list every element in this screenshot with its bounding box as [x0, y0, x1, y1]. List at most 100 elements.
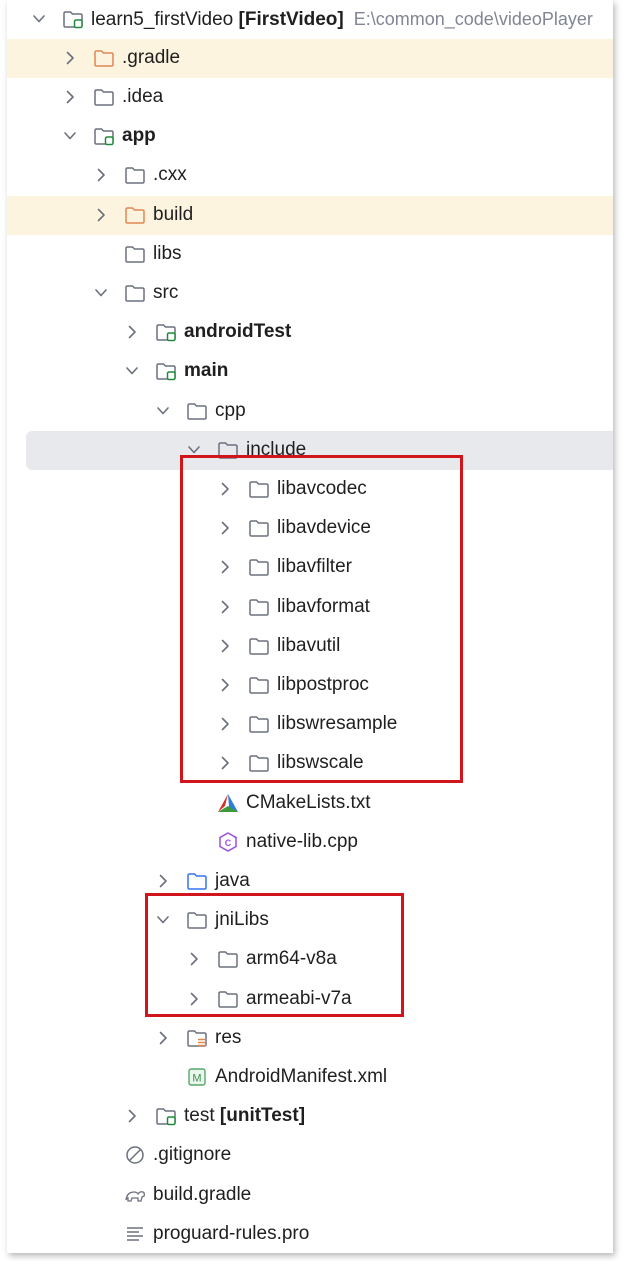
tree-item-androidtest[interactable]: androidTest	[7, 313, 613, 352]
chevron-right-icon[interactable]	[63, 88, 77, 106]
tree-item-label: src	[153, 282, 178, 304]
chevron-right-icon[interactable]	[218, 558, 232, 576]
chevron-right-icon[interactable]	[156, 872, 170, 890]
chevron-right-icon[interactable]	[187, 990, 201, 1008]
chevron-right-icon[interactable]	[218, 519, 232, 537]
tree-item-learn5-firstvideo[interactable]: learn5_firstVideo [FirstVideo] E:\common_…	[7, 0, 613, 39]
tree-item-cmakelists-txt[interactable]: CMakeLists.txt	[7, 784, 613, 823]
tree-item-label: test [unitTest]	[184, 1105, 305, 1127]
tree-item-test[interactable]: test [unitTest]	[7, 1097, 613, 1136]
tree-item-armeabi-v7a[interactable]: armeabi-v7a	[7, 980, 613, 1019]
tree-item-proguard-rules-pro[interactable]: proguard-rules.pro	[7, 1215, 613, 1253]
tree-item-libs[interactable]: libs	[7, 235, 613, 274]
tree-item-text: build	[153, 203, 194, 225]
folder-icon	[186, 910, 208, 930]
tree-item-java[interactable]: java	[7, 862, 613, 901]
tree-item-app[interactable]: app	[7, 117, 613, 156]
tree-item-gradle[interactable]: .gradle	[7, 38, 613, 78]
chevron-right-icon[interactable]	[125, 1107, 139, 1125]
folder-icon	[124, 165, 146, 185]
chevron-right-icon[interactable]	[187, 950, 201, 968]
chevron-right-icon[interactable]	[125, 323, 139, 341]
gradle-file-icon	[124, 1185, 146, 1205]
chevron-down-icon[interactable]	[63, 127, 77, 145]
tree-item-libavdevice[interactable]: libavdevice	[7, 509, 613, 548]
tree-item-src[interactable]: src	[7, 274, 613, 313]
folder-icon	[217, 440, 239, 460]
chevron-down-icon[interactable]	[156, 402, 170, 420]
tree-item-arm64-v8a[interactable]: arm64-v8a	[7, 940, 613, 979]
tree-item-libswresample[interactable]: libswresample	[7, 705, 613, 744]
folder-icon	[248, 753, 270, 773]
tree-item-res[interactable]: res	[7, 1019, 613, 1058]
chevron-right-icon[interactable]	[218, 480, 232, 498]
tree-item-label: main	[184, 360, 228, 382]
project-tree-panel: learn5_firstVideo [FirstVideo] E:\common_…	[7, 0, 613, 1253]
tree-item-text: libavdevice	[277, 517, 371, 539]
tree-item-label: .gradle	[122, 47, 180, 69]
tree-item-libavfilter[interactable]: libavfilter	[7, 548, 613, 587]
tree-item-libswscale[interactable]: libswscale	[7, 744, 613, 783]
tree-item-label: androidTest	[184, 321, 291, 343]
tree-item-label: AndroidManifest.xml	[215, 1066, 387, 1088]
chevron-right-icon[interactable]	[94, 206, 108, 224]
tree-item-main[interactable]: main	[7, 352, 613, 391]
chevron-down-icon[interactable]	[187, 441, 201, 459]
tree-item-label: libs	[153, 243, 182, 265]
tree-item-build[interactable]: build	[7, 195, 613, 235]
tree-item-gitignore[interactable]: .gitignore	[7, 1136, 613, 1175]
tree-item-text: res	[215, 1026, 242, 1048]
tree-item-text: java	[215, 869, 250, 891]
tree-item-label: java	[215, 870, 250, 892]
chevron-down-icon[interactable]	[32, 10, 46, 28]
folder-icon	[124, 283, 146, 303]
chevron-right-icon[interactable]	[156, 1029, 170, 1047]
tree-item-androidmanifest-xml[interactable]: M AndroidManifest.xml	[7, 1058, 613, 1097]
chevron-right-icon[interactable]	[218, 598, 232, 616]
tree-item-idea[interactable]: .idea	[7, 78, 613, 117]
tree-item-text: .gitignore	[153, 1144, 232, 1166]
tree-item-cxx[interactable]: .cxx	[7, 156, 613, 195]
chevron-down-icon[interactable]	[156, 911, 170, 929]
tree-item-jnilibs[interactable]: jniLibs	[7, 901, 613, 940]
chevron-down-icon[interactable]	[94, 284, 108, 302]
svg-text:+: +	[234, 836, 238, 842]
folder-icon	[93, 87, 115, 107]
chevron-right-icon[interactable]	[218, 754, 232, 772]
chevron-right-icon[interactable]	[218, 715, 232, 733]
tree-item-label: CMakeLists.txt	[246, 792, 371, 814]
tree-item-text: .gradle	[122, 46, 181, 68]
svg-text:M: M	[192, 1072, 201, 1084]
tree-item-include[interactable]: include	[26, 430, 613, 470]
tree-item-label: native-lib.cpp	[246, 831, 358, 853]
tree-item-libpostproc[interactable]: libpostproc	[7, 666, 613, 705]
chevron-right-icon[interactable]	[94, 166, 108, 184]
tree-item-libavformat[interactable]: libavformat	[7, 588, 613, 627]
tree-item-build-gradle[interactable]: build.gradle	[7, 1176, 613, 1215]
folder-icon	[217, 949, 239, 969]
tree-item-libavcodec[interactable]: libavcodec	[7, 470, 613, 509]
tree-item-label: armeabi-v7a	[246, 988, 352, 1010]
folder-orange-icon	[93, 48, 115, 68]
chevron-right-icon[interactable]	[218, 637, 232, 655]
tree-item-text: libs	[153, 242, 182, 264]
tree-item-label: include	[246, 439, 306, 461]
folder-icon	[248, 714, 270, 734]
tree-item-text: proguard-rules.pro	[153, 1222, 310, 1244]
tree-item-label: .idea	[122, 86, 163, 108]
tree-item-native-lib-cpp[interactable]: C + native-lib.cpp	[7, 823, 613, 862]
chevron-right-icon[interactable]	[218, 676, 232, 694]
chevron-down-icon[interactable]	[125, 362, 139, 380]
source-folder-icon	[186, 871, 208, 891]
tree-item-label: libswresample	[277, 713, 397, 735]
tree-item-label: .gitignore	[153, 1144, 231, 1166]
tree-item-label: libavcodec	[277, 478, 367, 500]
tree-item-cpp[interactable]: cpp	[7, 392, 613, 431]
folder-orange-icon	[124, 205, 146, 225]
tree-item-text: cpp	[215, 399, 246, 421]
tree-item-libavutil[interactable]: libavutil	[7, 627, 613, 666]
chevron-right-icon[interactable]	[63, 49, 77, 67]
tree-item-text: libavfilter	[277, 556, 352, 578]
cmake-icon	[217, 793, 239, 813]
tree-item-label: libavfilter	[277, 556, 352, 578]
